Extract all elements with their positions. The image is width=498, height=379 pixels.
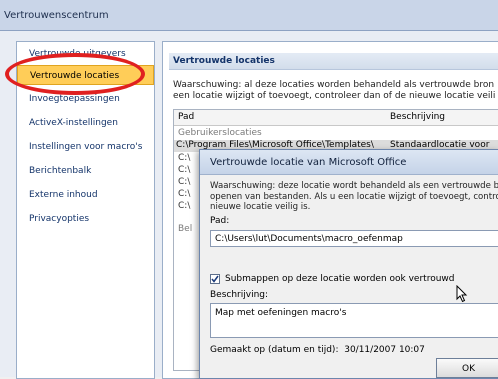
path-input[interactable]: C:\Users\lut\Documents\macro_oefenmap [210,230,498,247]
window-titlebar: Vertrouwenscentrum [0,0,498,31]
warning-line: openen van bestanden. Als u een locatie … [210,191,498,202]
table-row[interactable]: C:\ [178,153,190,163]
highlight-ellipse [5,53,145,95]
sidebar-item-label: Berichtenbalk [29,166,92,176]
column-header-description[interactable]: Beschrijving [390,112,445,122]
sidebar-item-message-bar[interactable]: Berichtenbalk [17,161,154,181]
warning-line: een locatie wijzigt of toevoegt, control… [173,91,496,101]
warning-line: Waarschuwing: al deze locaties worden be… [173,80,495,90]
sidebar-item-label: Invoegtoepassingen [29,94,120,104]
sidebar-item-label: Instellingen voor macro's [29,142,143,152]
dialog-warning: Waarschuwing: deze locatie wordt behande… [210,181,498,213]
sidebar-item-macro-settings[interactable]: Instellingen voor macro's [17,137,154,157]
mouse-cursor-icon [456,285,468,303]
sidebar-item-label: Externe inhoud [29,190,98,200]
group-label-user: Gebruikerslocaties [178,128,262,138]
subfolders-label[interactable]: Submappen op deze locatie worden ook ver… [225,274,454,284]
table-header: Pad Beschrijving [174,110,498,126]
sidebar-item-activex[interactable]: ActiveX-instellingen [17,113,154,133]
ok-button[interactable]: OK [436,358,498,378]
section-header: Vertrouwde locaties [169,53,498,70]
table-row[interactable]: C:\ [178,189,190,199]
subfolders-checkbox[interactable] [210,274,220,284]
description-value: Map met oefeningen macro's [215,308,347,318]
column-header-path[interactable]: Pad [178,112,194,122]
group-label-policy: Bel [178,224,193,234]
warning-line: nieuwe locatie veilig is. [210,202,311,212]
table-row[interactable]: C:\ [178,165,190,175]
section-title: Vertrouwde locaties [173,56,275,66]
sidebar-item-label: ActiveX-instellingen [29,118,118,128]
dialog-titlebar: Vertrouwde locatie van Microsoft Office [200,150,498,175]
trusted-location-dialog: Vertrouwde locatie van Microsoft Office … [199,149,498,379]
sidebar-item-external-content[interactable]: Externe inhoud [17,185,154,205]
warning-text: Waarschuwing: al deze locaties worden be… [173,80,498,102]
checkmark-icon [211,275,219,283]
table-row[interactable]: C:\ [178,177,190,187]
ok-label: OK [462,364,475,374]
created-label: Gemaakt op (datum en tijd): [210,345,339,355]
dialog-title: Vertrouwde locatie van Microsoft Office [210,157,407,168]
table-row[interactable]: C:\ [178,201,190,211]
sidebar-item-privacy[interactable]: Privacyopties [17,209,154,229]
path-value: C:\Users\lut\Documents\macro_oefenmap [215,234,403,244]
path-label: Pad: [210,216,230,226]
description-input[interactable]: Map met oefeningen macro's [210,303,498,338]
created-date: Gemaakt op (datum en tijd): 30/11/2007 1… [210,345,425,355]
window-title: Vertrouwenscentrum [4,10,109,21]
created-value: 30/11/2007 10:07 [344,345,425,355]
sidebar-item-label: Privacyopties [29,214,90,224]
warning-line: Waarschuwing: deze locatie wordt behande… [210,181,498,191]
description-label: Beschrijving: [210,290,269,300]
